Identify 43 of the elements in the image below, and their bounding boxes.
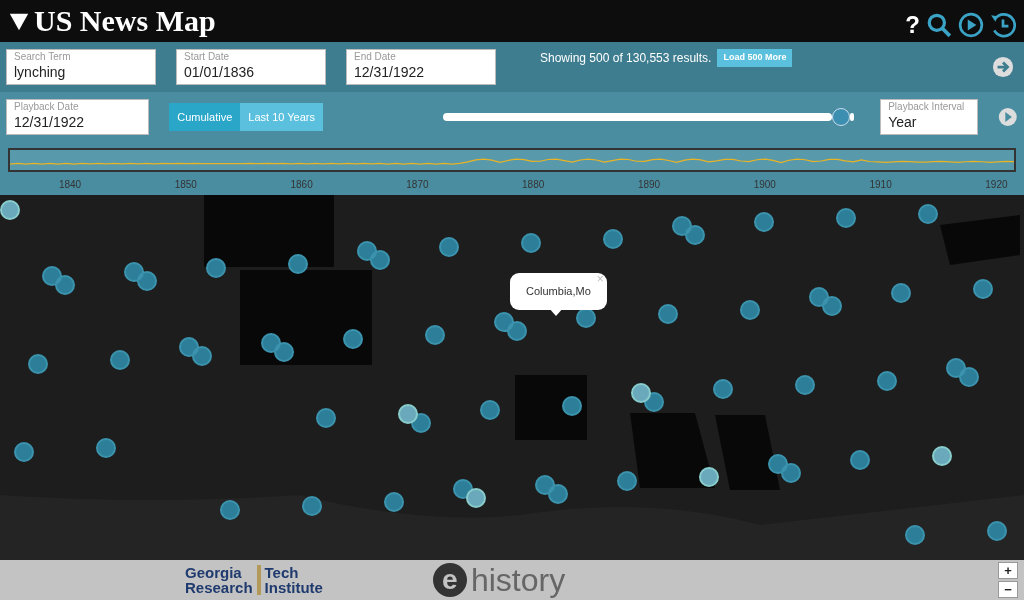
- slider-track[interactable]: [443, 108, 855, 126]
- text-field[interactable]: Playback Interval Year: [880, 99, 979, 135]
- input-field[interactable]: lynching: [14, 63, 148, 81]
- field-label: Start Date: [184, 51, 231, 63]
- year-label: 1860: [290, 178, 313, 192]
- field-label: Playback Date: [14, 101, 80, 113]
- search-icon[interactable]: [926, 12, 952, 38]
- input-field[interactable]: Year: [888, 113, 971, 131]
- results-count: Showing 500 of 130,553 results.: [540, 50, 712, 67]
- year-label: 1840: [58, 178, 82, 192]
- input-field[interactable]: 01/01/1836: [184, 63, 318, 81]
- text-field[interactable]: Playback Date 12/31/1922: [6, 99, 150, 135]
- year-label: 1900: [753, 178, 776, 192]
- logo-mark: e: [432, 563, 467, 597]
- year-label: 1890: [637, 178, 661, 192]
- text-field[interactable]: Search Term lynching: [6, 49, 156, 85]
- year-label: 1910: [869, 178, 892, 192]
- logo-text: Tech: [264, 565, 300, 580]
- field-label: Search Term: [14, 51, 72, 63]
- logo-text: Research: [185, 580, 253, 595]
- logo-text: Georgia: [185, 565, 243, 580]
- app-title: US News Map: [34, 6, 216, 36]
- text-field[interactable]: Start Date 01/01/1836: [176, 49, 326, 85]
- year-label: 1920: [985, 178, 1008, 192]
- slider-rail: [850, 113, 855, 121]
- help-icon[interactable]: ?: [905, 13, 920, 37]
- logo-text: history: [470, 564, 566, 596]
- logo-text: Institute: [264, 580, 323, 595]
- text-field[interactable]: End Date 12/31/1922: [346, 49, 496, 85]
- popup-text: Columbia,Mo: [526, 285, 591, 297]
- arrow-right-icon[interactable]: [992, 56, 1014, 78]
- zoom-out-button[interactable]: −: [998, 581, 1018, 598]
- year-label: 1870: [406, 178, 429, 192]
- input-field[interactable]: 12/31/1922: [354, 63, 488, 81]
- field-label: Playback Interval: [888, 101, 966, 113]
- year-label: 1880: [522, 178, 545, 192]
- play-icon[interactable]: [958, 12, 984, 38]
- slider-thumb[interactable]: [832, 108, 851, 126]
- zoom-in-button[interactable]: +: [998, 562, 1018, 579]
- history-icon[interactable]: [990, 12, 1016, 38]
- input-field[interactable]: 12/31/1922: [14, 113, 142, 131]
- year-label: 1850: [174, 178, 197, 192]
- field-label: End Date: [354, 51, 397, 63]
